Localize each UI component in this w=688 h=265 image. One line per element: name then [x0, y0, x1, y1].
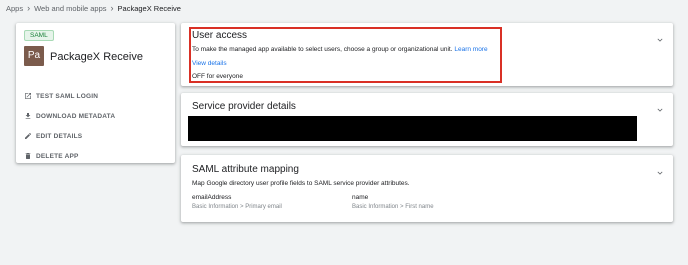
chevron-down-icon — [657, 171, 663, 175]
download-icon — [25, 113, 31, 119]
expand-saml-mapping-button[interactable] — [655, 165, 665, 175]
expand-service-provider-button[interactable] — [655, 102, 665, 112]
chevron-right-icon: › — [110, 3, 114, 13]
breadcrumb-current: PackageX Receive — [117, 3, 181, 13]
redacted-area — [188, 116, 637, 141]
app-summary-card: SAML Pa PackageX Receive TEST SAML LOGIN… — [16, 23, 175, 163]
learn-more-link[interactable]: Learn more — [454, 46, 487, 53]
service-provider-title: Service provider details — [192, 101, 296, 112]
app-logo: Pa — [24, 46, 44, 66]
breadcrumb-web-mobile-apps[interactable]: Web and mobile apps — [34, 4, 106, 13]
download-metadata-label: DOWNLOAD METADATA — [36, 112, 116, 120]
test-saml-login-button[interactable]: TEST SAML LOGIN — [24, 86, 115, 106]
mapping-field: Basic Information > Primary email — [192, 204, 282, 210]
mapping-item: name Basic Information > First name — [352, 194, 434, 210]
expand-user-access-button[interactable] — [655, 32, 665, 42]
user-access-status: OFF for everyone — [192, 73, 243, 80]
delete-app-button[interactable]: DELETE APP — [24, 146, 115, 166]
pencil-icon — [25, 132, 32, 139]
delete-app-label: DELETE APP — [36, 152, 79, 160]
mapping-attribute: emailAddress — [192, 194, 232, 201]
user-access-description-text: To make the managed app available to sel… — [192, 46, 453, 53]
saml-badge: SAML — [24, 30, 54, 41]
user-access-description: To make the managed app available to sel… — [192, 46, 488, 53]
app-name: PackageX Receive — [50, 51, 143, 63]
test-saml-login-label: TEST SAML LOGIN — [36, 92, 99, 100]
mapping-attribute: name — [352, 194, 369, 201]
breadcrumb: Apps › Web and mobile apps › PackageX Re… — [6, 2, 181, 14]
edit-details-label: EDIT DETAILS — [36, 132, 83, 140]
edit-details-button[interactable]: EDIT DETAILS — [24, 126, 115, 146]
user-access-title: User access — [192, 30, 248, 41]
chevron-down-icon — [657, 38, 663, 42]
view-details-link[interactable]: View details — [192, 60, 227, 67]
user-access-card[interactable]: User access To make the managed app avai… — [181, 23, 673, 86]
mapping-item: emailAddress Basic Information > Primary… — [192, 194, 282, 210]
saml-mapping-title: SAML attribute mapping — [192, 164, 299, 175]
chevron-down-icon — [657, 108, 663, 112]
saml-attribute-mapping-card[interactable]: SAML attribute mapping Map Google direct… — [181, 155, 673, 222]
chevron-right-icon: › — [27, 3, 31, 13]
download-metadata-button[interactable]: DOWNLOAD METADATA — [24, 106, 115, 126]
app-actions: TEST SAML LOGIN DOWNLOAD METADATA EDIT D… — [24, 86, 115, 166]
service-provider-card[interactable]: Service provider details — [181, 93, 673, 146]
trash-icon — [25, 153, 31, 159]
breadcrumb-apps[interactable]: Apps — [6, 4, 23, 13]
saml-mapping-description: Map Google directory user profile fields… — [192, 180, 410, 187]
mapping-field: Basic Information > First name — [352, 204, 434, 210]
open-in-new-icon — [25, 93, 31, 99]
